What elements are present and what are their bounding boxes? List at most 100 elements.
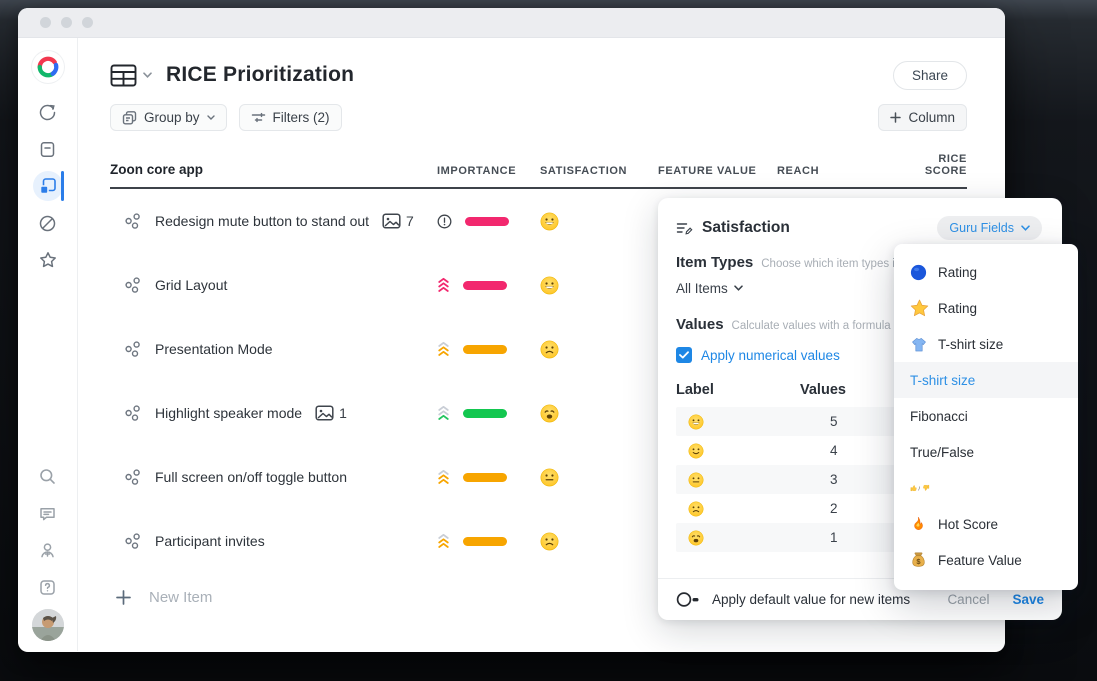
column-header-feature-value[interactable]: FEATURE VALUE bbox=[658, 165, 777, 177]
importance-pill bbox=[463, 280, 507, 290]
sidebar bbox=[18, 38, 78, 651]
dropdown-item-feature-value[interactable]: $ Feature Value bbox=[894, 542, 1078, 578]
dropdown-item-t-shirt-size[interactable]: T-shirt size bbox=[894, 362, 1078, 398]
importance-medium-icon bbox=[437, 469, 450, 485]
dropdown-item-t-shirt-size[interactable]: T-shirt size bbox=[894, 326, 1078, 362]
row-title[interactable]: Highlight speaker mode bbox=[155, 405, 302, 421]
group-by-button[interactable]: Group by bbox=[110, 104, 227, 131]
importance-pill bbox=[463, 344, 507, 354]
cancel-button[interactable]: Cancel bbox=[947, 592, 989, 607]
feedback-icon[interactable] bbox=[33, 498, 63, 528]
satisfaction-cell[interactable] bbox=[540, 276, 658, 295]
row-title[interactable]: Participant invites bbox=[155, 533, 265, 549]
share-button[interactable]: Share bbox=[892, 60, 967, 90]
attachment-count: 7 bbox=[406, 213, 414, 229]
group-label[interactable]: Zoon core app bbox=[110, 162, 437, 177]
satisfaction-cell[interactable] bbox=[540, 468, 658, 487]
column-header-importance[interactable]: IMPORTANCE bbox=[437, 165, 540, 177]
item-cluster-icon bbox=[124, 276, 142, 294]
app-window: RICE Prioritization Share Group by Filte… bbox=[18, 8, 1078, 652]
dropdown-item-hot-score[interactable]: Hot Score bbox=[894, 506, 1078, 542]
row-title[interactable]: Redesign mute button to stand out bbox=[155, 213, 369, 229]
item-types-help: Choose which item types inc bbox=[761, 258, 907, 270]
sidebar-item-boards[interactable] bbox=[32, 171, 64, 201]
gold-star-icon bbox=[910, 299, 930, 317]
importance-cell[interactable] bbox=[437, 277, 540, 293]
window-control-dot[interactable] bbox=[40, 17, 51, 28]
user-avatar[interactable] bbox=[31, 609, 64, 641]
filters-button[interactable]: Filters (2) bbox=[238, 104, 342, 131]
satisfaction-cell[interactable] bbox=[540, 340, 658, 359]
importance-pill bbox=[465, 216, 509, 226]
window-control-dot[interactable] bbox=[61, 17, 72, 28]
image-icon bbox=[315, 405, 334, 421]
image-icon bbox=[382, 213, 401, 229]
toggle-off-icon[interactable] bbox=[676, 591, 701, 608]
chevron-down-icon bbox=[143, 72, 152, 78]
blue-circle-icon bbox=[910, 264, 930, 281]
satisfaction-cell[interactable] bbox=[540, 404, 658, 423]
group-by-icon bbox=[122, 111, 137, 125]
importance-medium-icon bbox=[437, 533, 450, 549]
importance-cell[interactable] bbox=[437, 469, 540, 485]
column-header-reach[interactable]: REACH bbox=[777, 165, 893, 177]
sidebar-item-activity[interactable] bbox=[33, 97, 63, 127]
smile-emoji bbox=[688, 442, 806, 459]
importance-cell[interactable] bbox=[437, 405, 540, 421]
attachment-badge[interactable]: 7 bbox=[382, 213, 414, 229]
panel-title: Satisfaction bbox=[702, 219, 790, 236]
chevron-down-icon bbox=[206, 115, 215, 120]
dropdown-item-rating[interactable]: Rating bbox=[894, 254, 1078, 290]
importance-cell[interactable] bbox=[437, 214, 540, 229]
invite-user-icon[interactable] bbox=[33, 535, 63, 565]
row-title[interactable]: Presentation Mode bbox=[155, 341, 273, 357]
importance-cell[interactable] bbox=[437, 341, 540, 357]
column-header-satisfaction[interactable]: SATISFACTION bbox=[540, 165, 658, 177]
item-cluster-icon bbox=[124, 532, 142, 550]
search-icon[interactable] bbox=[33, 461, 63, 491]
item-types-label: Item Types bbox=[676, 254, 754, 271]
satisfaction-grin-emoji bbox=[540, 276, 559, 295]
satisfaction-cell[interactable] bbox=[540, 212, 658, 231]
dropdown-item--[interactable]: / bbox=[894, 470, 1078, 506]
sidebar-item-explore[interactable] bbox=[33, 208, 63, 238]
grin-emoji bbox=[688, 413, 806, 430]
sidebar-item-notes[interactable] bbox=[33, 134, 63, 164]
plus-icon bbox=[890, 112, 902, 123]
label-column-header: Label bbox=[676, 382, 714, 398]
satisfaction-weary-emoji bbox=[540, 404, 559, 423]
dropdown-item-true-false[interactable]: True/False bbox=[894, 434, 1078, 470]
column-header-rice-score[interactable]: RICE SCORE bbox=[893, 153, 967, 177]
checkbox-checked-icon bbox=[676, 347, 692, 363]
app-logo-icon[interactable] bbox=[31, 51, 64, 83]
item-cluster-icon bbox=[124, 404, 142, 422]
frown-emoji bbox=[688, 500, 806, 517]
field-settings-icon bbox=[676, 223, 693, 235]
board-type-icon[interactable] bbox=[110, 64, 152, 87]
save-button[interactable]: Save bbox=[1012, 592, 1044, 607]
importance-low-icon bbox=[437, 405, 450, 421]
attachment-badge[interactable]: 1 bbox=[315, 405, 347, 421]
importance-cell[interactable] bbox=[437, 533, 540, 549]
dropdown-item-rating[interactable]: Rating bbox=[894, 290, 1078, 326]
weary-emoji bbox=[688, 529, 806, 546]
dropdown-item-fibonacci[interactable]: Fibonacci bbox=[894, 398, 1078, 434]
sidebar-item-favorites[interactable] bbox=[33, 245, 63, 275]
chevron-down-icon bbox=[1021, 225, 1030, 231]
row-title[interactable]: Full screen on/off toggle button bbox=[155, 469, 347, 485]
guru-fields-button[interactable]: Guru Fields bbox=[937, 216, 1042, 240]
help-icon[interactable] bbox=[33, 572, 63, 602]
item-cluster-icon bbox=[124, 340, 142, 358]
page-title: RICE Prioritization bbox=[166, 63, 355, 86]
svg-text:/: / bbox=[918, 486, 920, 492]
importance-pill bbox=[463, 408, 507, 418]
importance-alert-icon bbox=[437, 214, 452, 229]
row-title[interactable]: Grid Layout bbox=[155, 277, 227, 293]
importance-pill bbox=[463, 472, 507, 482]
add-column-button[interactable]: Column bbox=[878, 104, 967, 131]
window-control-dot[interactable] bbox=[82, 17, 93, 28]
fire-icon bbox=[910, 515, 930, 533]
values-label: Values bbox=[676, 316, 724, 333]
thumbs-up-down-icon: / bbox=[910, 479, 930, 497]
satisfaction-cell[interactable] bbox=[540, 532, 658, 551]
